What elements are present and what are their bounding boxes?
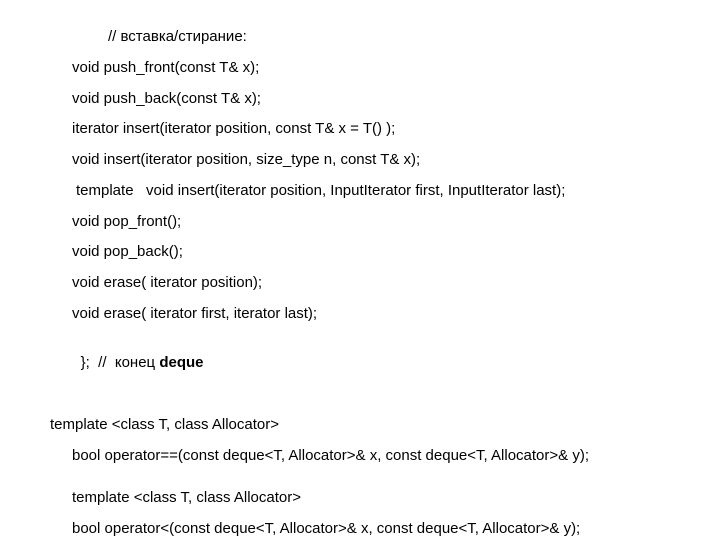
code-line: template <class T, class Allocator> [50,416,670,435]
code-line: void push_front(const T& x); [50,59,670,78]
code-line: iterator insert(iterator position, const… [50,120,670,139]
code-line: void push_back(const T& x); [50,90,670,109]
code-line: bool operator<(const deque<T, Allocator>… [50,520,670,539]
code-line-closing: }; // конец deque [50,336,670,392]
code-line: template <class T, class Allocator> [50,489,670,508]
code-line: template void insert(iterator position, … [50,182,670,201]
code-line: void pop_front(); [50,213,670,232]
closing-prefix: }; // конец [81,354,160,371]
code-line: void erase( iterator first, iterator las… [50,305,670,324]
code-document: // вставка/стирание: void push_front(con… [0,0,720,540]
code-line: void insert(iterator position, size_type… [50,151,670,170]
code-line: void pop_back(); [50,243,670,262]
code-line: void erase( iterator position); [50,274,670,293]
code-line: // вставка/стирание: [50,28,670,47]
closing-bold: deque [159,354,203,371]
code-line: bool operator==(const deque<T, Allocator… [50,447,670,466]
